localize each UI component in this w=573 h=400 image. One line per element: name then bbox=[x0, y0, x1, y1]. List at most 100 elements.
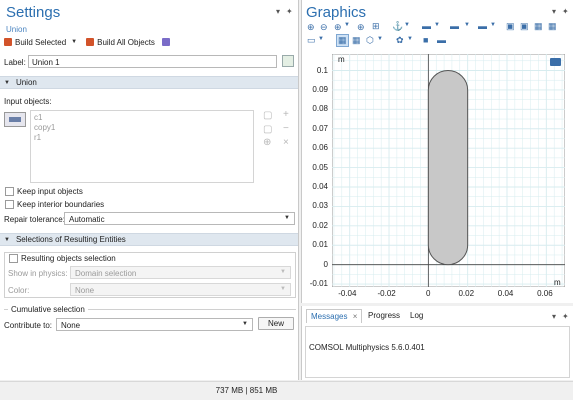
pin-icon[interactable]: ✦ bbox=[286, 7, 293, 16]
scene-light-icon[interactable]: ▭ bbox=[307, 35, 316, 46]
color-select[interactable]: None ▼ bbox=[70, 283, 291, 296]
chevron-down-icon[interactable]: ▼ bbox=[434, 22, 440, 28]
cumulative-caption: Cumulative selection bbox=[8, 305, 88, 314]
union-section-header[interactable]: ▼ Union bbox=[0, 76, 298, 89]
status-bar: 737 MB | 851 MB bbox=[0, 381, 573, 400]
x-tick-label: 0.06 bbox=[537, 289, 553, 298]
deselect-icon[interactable]: ▣ bbox=[520, 21, 529, 32]
chevron-down-icon[interactable]: ▼ bbox=[344, 22, 350, 28]
chevron-down-icon[interactable]: ▼ bbox=[71, 39, 77, 45]
settings-pane: Settings ▾ ✦ Union Build Selected ▼ Buil… bbox=[0, 0, 299, 380]
contribute-value: None bbox=[61, 321, 81, 330]
orientation-icon[interactable] bbox=[550, 58, 561, 66]
new-button[interactable]: New bbox=[258, 317, 294, 330]
minimize-icon[interactable]: ▾ bbox=[552, 312, 556, 321]
x-tick-label: 0 bbox=[426, 289, 431, 298]
build-all-icon bbox=[86, 38, 95, 46]
show-in-physics-select[interactable]: Domain selection ▼ bbox=[70, 266, 291, 279]
graphics-title: Graphics bbox=[306, 4, 367, 21]
y-tick-label: 0 bbox=[323, 259, 328, 269]
memory-usage: 737 MB | 851 MB bbox=[215, 386, 278, 395]
chevron-down-icon: ▼ bbox=[280, 286, 286, 292]
keep-input-checkbox[interactable] bbox=[5, 187, 14, 196]
zoom-box-icon[interactable]: ⊕ bbox=[334, 22, 342, 33]
remove-icon[interactable]: − bbox=[283, 123, 289, 134]
contribute-select[interactable]: None ▼ bbox=[56, 318, 253, 331]
messages-pane: Messages × Progress Log ▾ ✦ ✎ COMSOL Mul… bbox=[301, 306, 573, 380]
color-value: None bbox=[75, 286, 95, 295]
select-box-icon[interactable]: ▬ bbox=[478, 21, 487, 31]
tab-progress[interactable]: Progress bbox=[364, 309, 404, 323]
add-icon[interactable]: + bbox=[283, 109, 289, 120]
image-snapshot-icon[interactable]: ■ bbox=[423, 35, 428, 45]
activate-selection-icon[interactable] bbox=[4, 112, 26, 127]
tab-messages-label: Messages bbox=[311, 312, 348, 321]
build-selected-icon bbox=[4, 38, 12, 46]
transparency-icon[interactable]: ⬡ bbox=[366, 35, 374, 46]
collapse-icon: ▼ bbox=[4, 236, 10, 243]
input-objects-caption: Input objects: bbox=[4, 97, 52, 106]
geometry-view-icon[interactable] bbox=[161, 38, 170, 46]
clear-icon[interactable]: × bbox=[283, 137, 289, 148]
message-log: COMSOL Multiphysics 5.6.0.401 bbox=[305, 326, 570, 378]
select-all-icon[interactable]: ▦ bbox=[534, 21, 543, 32]
invert-selection-icon[interactable]: ▦ bbox=[548, 21, 557, 32]
print-icon[interactable]: ▬ bbox=[437, 35, 446, 45]
minimize-icon[interactable]: ▾ bbox=[276, 7, 280, 16]
tab-messages[interactable]: Messages × bbox=[306, 309, 363, 323]
contribute-caption: Contribute to: bbox=[4, 321, 53, 330]
list-item[interactable]: copy1 bbox=[34, 123, 250, 133]
build-selected-button[interactable]: Build Selected bbox=[15, 38, 66, 47]
chevron-down-icon[interactable]: ▼ bbox=[318, 36, 324, 42]
label-caption: Label: bbox=[4, 58, 26, 67]
minimize-icon[interactable]: ▾ bbox=[552, 7, 556, 16]
chevron-down-icon[interactable]: ▼ bbox=[407, 36, 413, 42]
settings-title: Settings bbox=[6, 4, 61, 21]
x-tick-label: -0.02 bbox=[377, 289, 396, 298]
input-objects-list[interactable]: c1 copy1 r1 bbox=[30, 110, 254, 183]
axes-icon[interactable]: ⚓ bbox=[392, 21, 403, 32]
resulting-objects-checkbox[interactable] bbox=[9, 254, 18, 263]
chevron-down-icon[interactable]: ▼ bbox=[377, 36, 383, 42]
zoom-in-icon[interactable]: ⊕ bbox=[307, 22, 315, 33]
grid-icon[interactable]: ▦ bbox=[336, 34, 349, 47]
pin-icon[interactable]: ✦ bbox=[562, 7, 569, 16]
chevron-down-icon[interactable]: ▼ bbox=[490, 22, 496, 28]
list-item[interactable]: c1 bbox=[34, 113, 250, 123]
zoom-extents-icon[interactable]: ⊞ bbox=[372, 21, 380, 32]
show-in-physics-caption: Show in physics: bbox=[8, 269, 68, 278]
chevron-down-icon[interactable]: ▼ bbox=[404, 22, 410, 28]
graphics-pane: Graphics ▾ ✦ ⊕ ⊖ ⊕ ▼ ⊕ ⊞ ⚓ ▼ ▬ ▼ ▬ ▼ ▬ ▼… bbox=[301, 0, 573, 303]
y-tick-label: 0.08 bbox=[312, 104, 328, 114]
views-icon[interactable]: ▬ bbox=[422, 21, 431, 31]
label-input[interactable]: Union 1 bbox=[28, 55, 277, 68]
x-tick-label: 0.02 bbox=[458, 289, 475, 298]
chevron-down-icon[interactable]: ▼ bbox=[464, 22, 470, 28]
close-icon[interactable]: × bbox=[353, 312, 358, 321]
selections-section-header[interactable]: ▼ Selections of Resulting Entities bbox=[0, 233, 298, 246]
keep-interior-checkbox[interactable] bbox=[5, 200, 14, 209]
build-all-button[interactable]: Build All Objects bbox=[97, 38, 155, 47]
zoom-out-icon[interactable]: ⊖ bbox=[320, 22, 328, 33]
node-type-label: Union bbox=[6, 25, 27, 34]
geometry-plot[interactable] bbox=[332, 54, 565, 287]
camera-view-icon[interactable]: ▬ bbox=[450, 21, 459, 31]
repair-tolerance-caption: Repair tolerance: bbox=[4, 215, 65, 224]
tab-log[interactable]: Log bbox=[406, 309, 427, 323]
resulting-objects-label: Resulting objects selection bbox=[18, 254, 119, 263]
wireframe-icon[interactable]: ▦ bbox=[352, 35, 361, 46]
paste-icon[interactable]: ▢ bbox=[263, 110, 272, 121]
label-reset-icon[interactable] bbox=[282, 55, 294, 67]
zoom-selection-icon[interactable]: ⊕ bbox=[263, 137, 271, 148]
copy-icon[interactable]: ▢ bbox=[263, 124, 272, 135]
settings-gear-icon[interactable]: ✿ bbox=[396, 35, 404, 46]
label-row: Label: Union 1 bbox=[4, 55, 296, 69]
chevron-down-icon: ▼ bbox=[280, 269, 286, 275]
keep-interior-label: Keep interior boundaries bbox=[17, 200, 105, 209]
build-toolbar: Build Selected ▼ Build All Objects bbox=[4, 36, 170, 48]
select-objects-icon[interactable]: ▣ bbox=[506, 21, 515, 32]
list-item[interactable]: r1 bbox=[34, 133, 250, 143]
repair-tolerance-select[interactable]: Automatic ▼ bbox=[64, 212, 295, 225]
pin-icon[interactable]: ✦ bbox=[562, 312, 569, 321]
center-icon[interactable]: ⊕ bbox=[357, 22, 365, 33]
